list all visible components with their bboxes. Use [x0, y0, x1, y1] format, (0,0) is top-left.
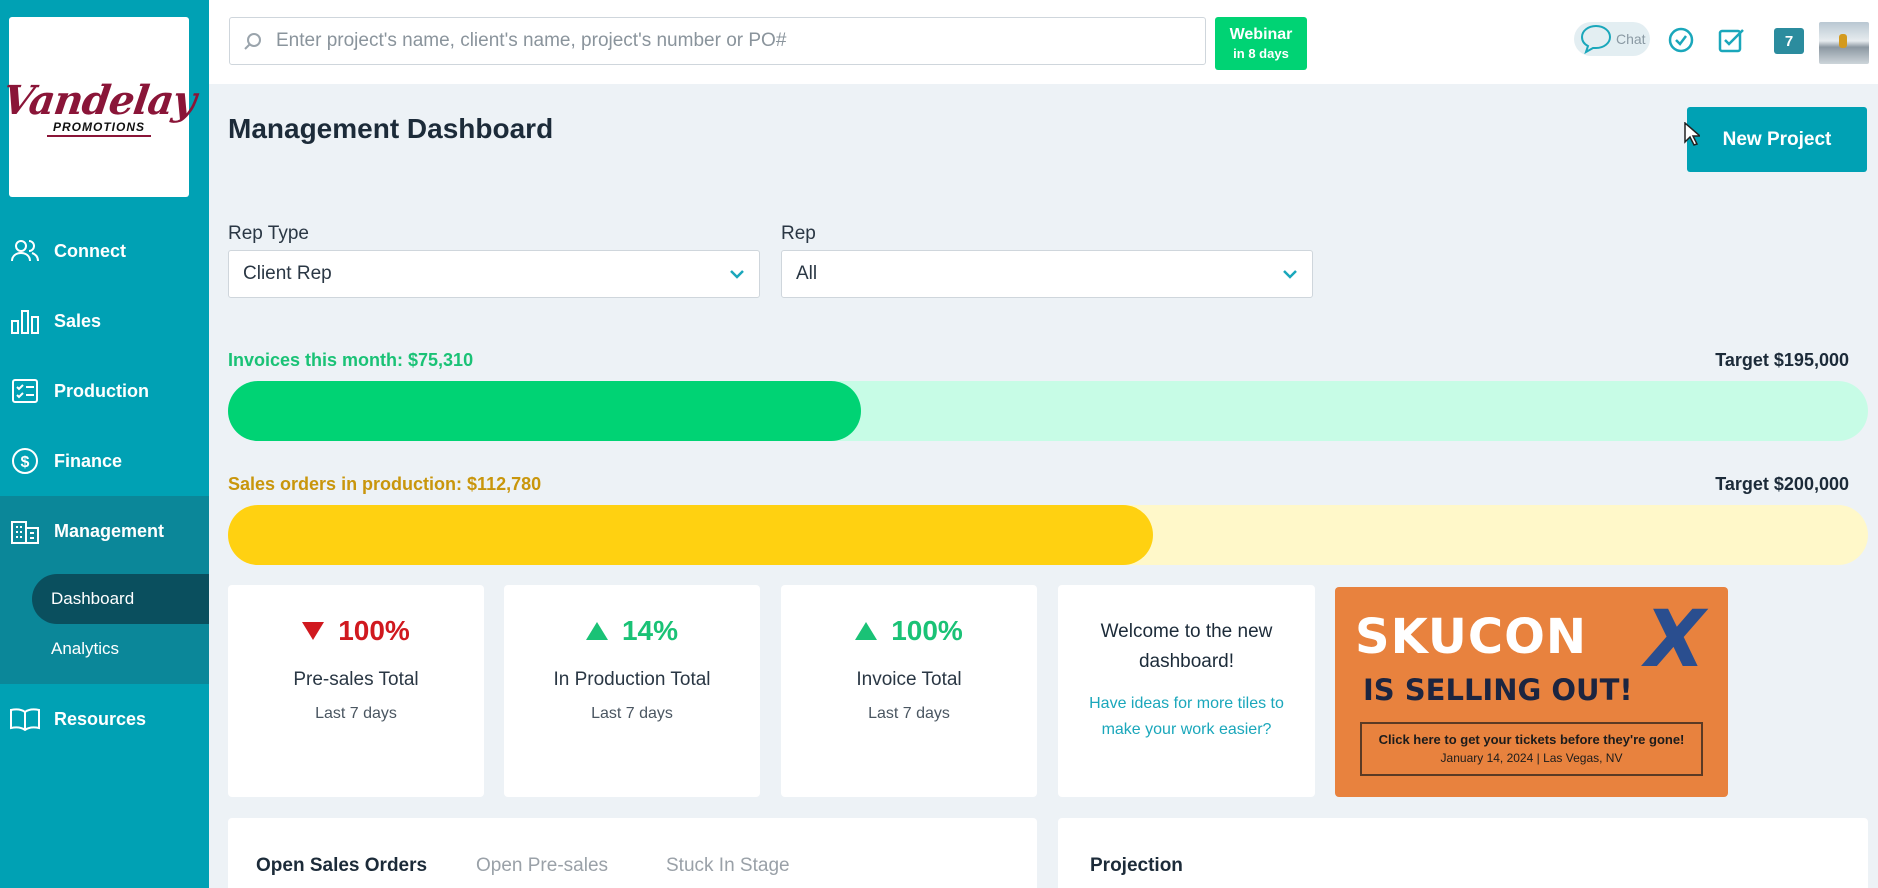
invoices-progress-label: Invoices this month: $75,310: [228, 350, 474, 370]
sidebar-item-label: Production: [54, 380, 149, 401]
tile-name: Invoice Total: [856, 669, 962, 690]
sales-orders-target: Target $200,000: [1715, 474, 1849, 494]
search-box[interactable]: [229, 17, 1206, 65]
tile-period: Last 7 days: [315, 705, 397, 722]
subnav-item-analytics[interactable]: Analytics: [0, 624, 209, 674]
tile-percentage: 14%: [504, 615, 760, 647]
sidebar-item-resources[interactable]: Resources: [0, 684, 209, 754]
ad-headline: SKUCON: [1355, 609, 1588, 665]
clock-check-icon[interactable]: [1667, 26, 1695, 54]
sidebar-item-label: Resources: [54, 708, 147, 729]
sidebar-nav: Connect Sales Production $ Finance Manag…: [0, 216, 209, 754]
sales-orders-progress-fill: [228, 505, 1153, 565]
tab-open-sales-orders[interactable]: Open Sales Orders: [256, 855, 427, 877]
rep-type-value: Client Rep: [243, 263, 332, 284]
orders-panel: [228, 818, 1037, 888]
tile-percentage: 100%: [781, 615, 1037, 647]
tab-open-pre-sales[interactable]: Open Pre-sales: [476, 855, 608, 877]
mouse-cursor-icon: [1684, 122, 1700, 146]
management-subnav: Dashboard Analytics: [0, 566, 209, 684]
tile-percentage: 100%: [228, 615, 484, 647]
ad-cta: Click here to get your tickets before th…: [1378, 732, 1685, 747]
tile-period: Last 7 days: [591, 705, 673, 722]
ad-details: January 14, 2024 | Las Vegas, NV: [1440, 751, 1623, 765]
page-title: Management Dashboard: [228, 113, 554, 144]
sales-orders-progress-label: Sales orders in production: $112,780: [228, 474, 542, 494]
sidebar-item-label: Management: [54, 520, 165, 541]
welcome-title: Welcome to the new dashboard!: [1100, 621, 1273, 672]
welcome-tile: Welcome to the new dashboard! Have ideas…: [1058, 585, 1315, 797]
new-project-button[interactable]: New Project: [1687, 107, 1867, 172]
chevron-down-icon: [730, 270, 744, 279]
chat-bubble-icon: [1580, 24, 1612, 54]
invoices-progress-fill: [228, 381, 862, 441]
sidebar-item-label: Finance: [54, 450, 123, 471]
sidebar-item-connect[interactable]: Connect: [0, 216, 209, 286]
chevron-down-icon: [1283, 270, 1297, 279]
tasks-icon[interactable]: [1718, 26, 1746, 54]
in-production-tile[interactable]: 14% In Production Total Last 7 days: [504, 585, 760, 797]
trend-up-icon: [855, 622, 878, 640]
pre-sales-tile[interactable]: 100% Pre-sales Total Last 7 days: [228, 585, 484, 797]
notification-badge[interactable]: 7: [1774, 28, 1804, 54]
webinar-button[interactable]: Webinar in 8 days: [1215, 17, 1307, 70]
dollar-icon: $: [10, 446, 40, 476]
projection-panel: [1058, 818, 1868, 888]
skucon-ad-banner[interactable]: SKUCON X IS SELLING OUT! Click here to g…: [1335, 587, 1728, 797]
sidebar: Vandelay PROMOTIONS Connect Sales Produc…: [0, 0, 209, 888]
invoices-target: Target $195,000: [1715, 350, 1849, 370]
invoices-progress-bar: [228, 381, 1868, 441]
trend-down-icon: [302, 622, 325, 640]
webinar-countdown: in 8 days: [1233, 46, 1289, 61]
svg-text:$: $: [21, 454, 30, 471]
tile-ideas-link[interactable]: Have ideas for more tiles to make your w…: [1058, 691, 1315, 743]
subnav-item-dashboard[interactable]: Dashboard: [32, 574, 209, 624]
checklist-icon: [10, 376, 40, 406]
invoice-tile[interactable]: 100% Invoice Total Last 7 days: [781, 585, 1037, 797]
tile-name: In Production Total: [553, 669, 711, 690]
rep-type-select[interactable]: Client Rep: [228, 250, 760, 298]
ad-cta-box: Click here to get your tickets before th…: [1360, 722, 1703, 776]
sidebar-item-sales[interactable]: Sales: [0, 286, 209, 356]
sidebar-item-label: Sales: [54, 310, 102, 331]
top-bar: Webinar in 8 days Chat 7: [209, 0, 1878, 84]
rep-select[interactable]: All: [781, 250, 1313, 298]
book-icon: [10, 704, 40, 734]
user-avatar[interactable]: [1819, 22, 1869, 64]
ad-x-mark: X: [1645, 595, 1706, 685]
webinar-title: Webinar: [1229, 26, 1293, 43]
sidebar-item-management[interactable]: Management: [0, 496, 209, 566]
tile-percentage-value: 100%: [891, 615, 963, 646]
tile-period: Last 7 days: [868, 705, 950, 722]
building-icon: [10, 516, 40, 546]
tile-percentage-value: 100%: [338, 615, 410, 646]
bar-chart-icon: [10, 306, 40, 336]
sales-orders-progress-bar: [228, 505, 1868, 565]
users-icon: [10, 236, 40, 266]
ad-subheadline: IS SELLING OUT!: [1363, 673, 1633, 707]
search-icon: [244, 33, 261, 50]
sidebar-item-finance[interactable]: $ Finance: [0, 426, 209, 496]
tile-percentage-value: 14%: [621, 615, 679, 646]
logo-script-text: Vandelay: [0, 77, 199, 124]
chat-button[interactable]: Chat: [1574, 22, 1650, 56]
projection-title: Projection: [1090, 855, 1183, 876]
trend-up-icon: [585, 622, 608, 640]
rep-type-label: Rep Type: [228, 223, 309, 244]
tab-stuck-in-stage[interactable]: Stuck In Stage: [666, 855, 790, 877]
sidebar-item-label: Connect: [54, 240, 126, 261]
tile-name: Pre-sales Total: [293, 669, 419, 690]
company-logo[interactable]: Vandelay PROMOTIONS: [0, 17, 198, 197]
search-input[interactable]: [276, 30, 1176, 52]
sidebar-item-production[interactable]: Production: [0, 356, 209, 426]
chat-label: Chat: [1616, 31, 1646, 47]
rep-label: Rep: [781, 223, 816, 244]
rep-value: All: [796, 263, 818, 284]
